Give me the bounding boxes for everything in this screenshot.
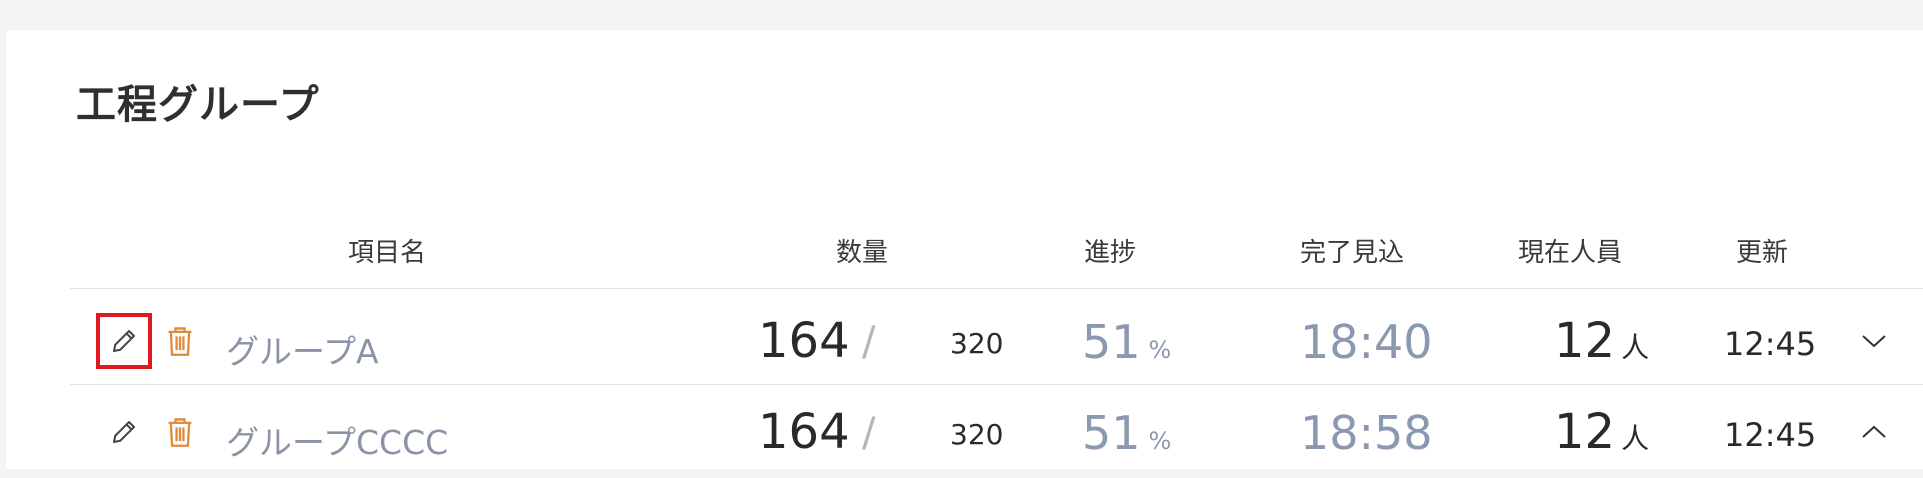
quantity-value: 164 xyxy=(758,404,850,460)
expand-row-button[interactable] xyxy=(1850,317,1898,365)
row-divider xyxy=(70,288,1923,289)
progress-unit: % xyxy=(1148,336,1172,364)
quantity-value: 164 xyxy=(758,313,850,369)
column-header-eta: 完了見込 xyxy=(1300,238,1405,268)
collapse-row-button[interactable] xyxy=(1850,408,1898,456)
people-unit: 人 xyxy=(1621,422,1650,455)
quantity-separator: / xyxy=(862,410,876,456)
page-title: 工程グループ xyxy=(76,82,320,128)
progress-number: 51 xyxy=(1082,315,1141,369)
table-row: グループA 164 / 320 51% 18:40 12 人 12:45 xyxy=(70,295,1923,387)
progress-unit: % xyxy=(1148,427,1172,455)
progress-number: 51 xyxy=(1082,406,1141,460)
column-header-quantity: 数量 xyxy=(836,238,889,268)
trash-icon xyxy=(168,327,192,356)
quantity-total: 320 xyxy=(950,327,1004,360)
chevron-down-icon xyxy=(1862,335,1886,348)
people-number: 12 xyxy=(1554,313,1616,369)
table-row: グループCCCC 164 / 320 51% 18:58 12 人 12:45 xyxy=(70,386,1923,478)
group-name-link[interactable]: グループA xyxy=(226,325,379,373)
updated-time: 12:45 xyxy=(1724,416,1817,454)
column-header-progress: 進捗 xyxy=(1084,238,1137,268)
people-value: 12 人 xyxy=(1554,313,1649,369)
updated-time: 12:45 xyxy=(1724,325,1817,363)
people-unit: 人 xyxy=(1621,331,1650,364)
group-name-link[interactable]: グループCCCC xyxy=(226,416,448,464)
eta-value: 18:40 xyxy=(1300,315,1433,369)
quantity-separator: / xyxy=(862,319,876,365)
chevron-up-icon xyxy=(1862,425,1886,438)
edit-button[interactable] xyxy=(96,313,152,369)
pencil-icon xyxy=(113,330,135,352)
column-header-name: 項目名 xyxy=(348,238,427,268)
pencil-icon xyxy=(113,421,135,443)
progress-value: 51% xyxy=(1082,315,1171,369)
delete-button[interactable] xyxy=(158,319,202,363)
people-value: 12 人 xyxy=(1554,404,1649,460)
row-divider xyxy=(70,384,1923,385)
quantity-total: 320 xyxy=(950,418,1004,451)
trash-icon xyxy=(168,418,192,447)
people-number: 12 xyxy=(1554,404,1616,460)
eta-value: 18:58 xyxy=(1300,406,1433,460)
column-header-people: 現在人員 xyxy=(1518,238,1623,268)
edit-button[interactable] xyxy=(100,408,148,456)
progress-value: 51% xyxy=(1082,406,1171,460)
delete-button[interactable] xyxy=(158,410,202,454)
column-header-updated: 更新 xyxy=(1736,238,1789,268)
